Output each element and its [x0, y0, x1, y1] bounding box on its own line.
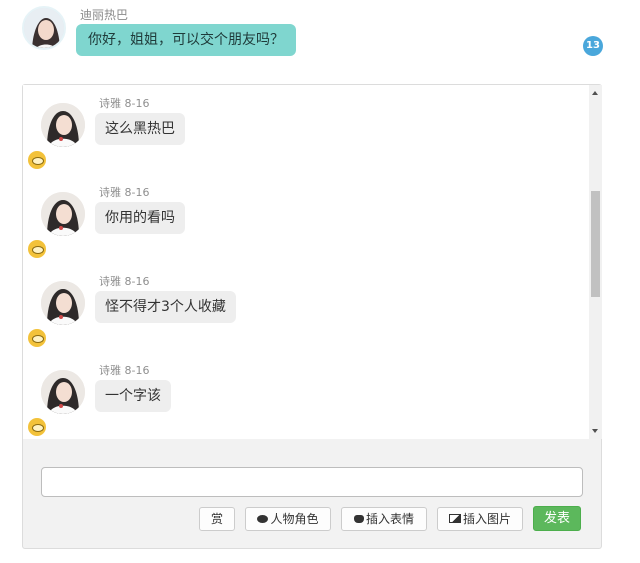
scrollbar[interactable]	[589, 85, 602, 439]
chat-page: 迪丽热巴 你好，姐姐，可以交个朋友吗？ 13 诗雅 8-16 这么黑热巴 诗雅 …	[0, 0, 640, 563]
cat-face-icon	[353, 514, 364, 523]
list-item: 诗雅 8-16 这么黑热巴	[23, 85, 589, 174]
insert-image-label: 插入图片	[462, 512, 511, 526]
list-item: 诗雅 8-16 怪不得才3个人收藏	[23, 263, 589, 352]
comment-input[interactable]	[41, 467, 583, 497]
list-item: 诗雅 8-16 一个字该	[23, 352, 589, 439]
avatar[interactable]	[41, 370, 85, 414]
avatar[interactable]	[41, 103, 85, 147]
message-meta: 诗雅 8-16	[99, 184, 149, 200]
role-label: 人物角色	[270, 512, 319, 526]
author-name[interactable]: 诗雅	[99, 186, 121, 199]
message-date: 8-16	[124, 364, 150, 377]
eye-icon	[28, 418, 46, 436]
unread-count-badge[interactable]: 13	[583, 36, 603, 56]
eye-icon	[28, 329, 46, 347]
message-bubble: 你好，姐姐，可以交个朋友吗？	[76, 24, 296, 56]
scroll-up-icon[interactable]	[592, 91, 598, 95]
message-bubble: 你用的看吗	[95, 202, 185, 234]
chat-bubbles-icon	[257, 514, 269, 523]
sender-name: 迪丽热巴	[80, 8, 129, 22]
insert-image-button[interactable]: 插入图片	[437, 507, 523, 531]
send-button[interactable]: 发表	[533, 506, 581, 531]
list-item: 诗雅 8-16 你用的看吗	[23, 174, 589, 263]
comment-panel: 诗雅 8-16 这么黑热巴 诗雅 8-16 你用的看吗 诗雅 8-16 怪不得才…	[22, 84, 602, 549]
reward-label: 赏	[210, 512, 223, 526]
insert-emoji-label: 插入表情	[365, 512, 414, 526]
message-bubble: 怪不得才3个人收藏	[95, 291, 236, 323]
author-name[interactable]: 诗雅	[99, 97, 121, 110]
eye-icon	[28, 240, 46, 258]
author-name[interactable]: 诗雅	[99, 275, 121, 288]
avatar[interactable]	[22, 6, 66, 50]
author-name[interactable]: 诗雅	[99, 364, 121, 377]
message-meta: 诗雅 8-16	[99, 273, 149, 289]
message-bubble: 一个字该	[95, 380, 171, 412]
scrollbar-thumb[interactable]	[591, 191, 600, 297]
reward-button[interactable]: 赏	[199, 507, 235, 531]
avatar[interactable]	[41, 192, 85, 236]
message-meta: 诗雅 8-16	[99, 362, 149, 378]
message-date: 8-16	[124, 97, 150, 110]
role-button[interactable]: 人物角色	[245, 507, 331, 531]
message-meta: 诗雅 8-16	[99, 95, 149, 111]
eye-icon	[28, 151, 46, 169]
insert-emoji-button[interactable]: 插入表情	[341, 507, 427, 531]
avatar[interactable]	[41, 281, 85, 325]
message-date: 8-16	[124, 186, 150, 199]
message-date: 8-16	[124, 275, 150, 288]
message-list: 诗雅 8-16 这么黑热巴 诗雅 8-16 你用的看吗 诗雅 8-16 怪不得才…	[23, 85, 589, 439]
picture-icon	[448, 514, 461, 523]
scroll-down-icon[interactable]	[592, 429, 598, 433]
message-bubble: 这么黑热巴	[95, 113, 185, 145]
